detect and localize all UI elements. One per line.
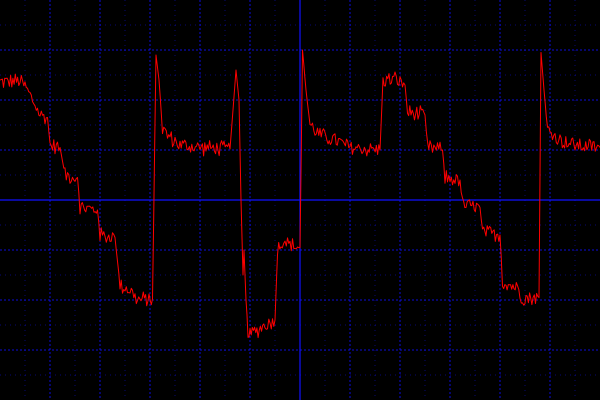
oscilloscope-screen bbox=[0, 0, 600, 400]
waveform-plot bbox=[0, 0, 600, 400]
